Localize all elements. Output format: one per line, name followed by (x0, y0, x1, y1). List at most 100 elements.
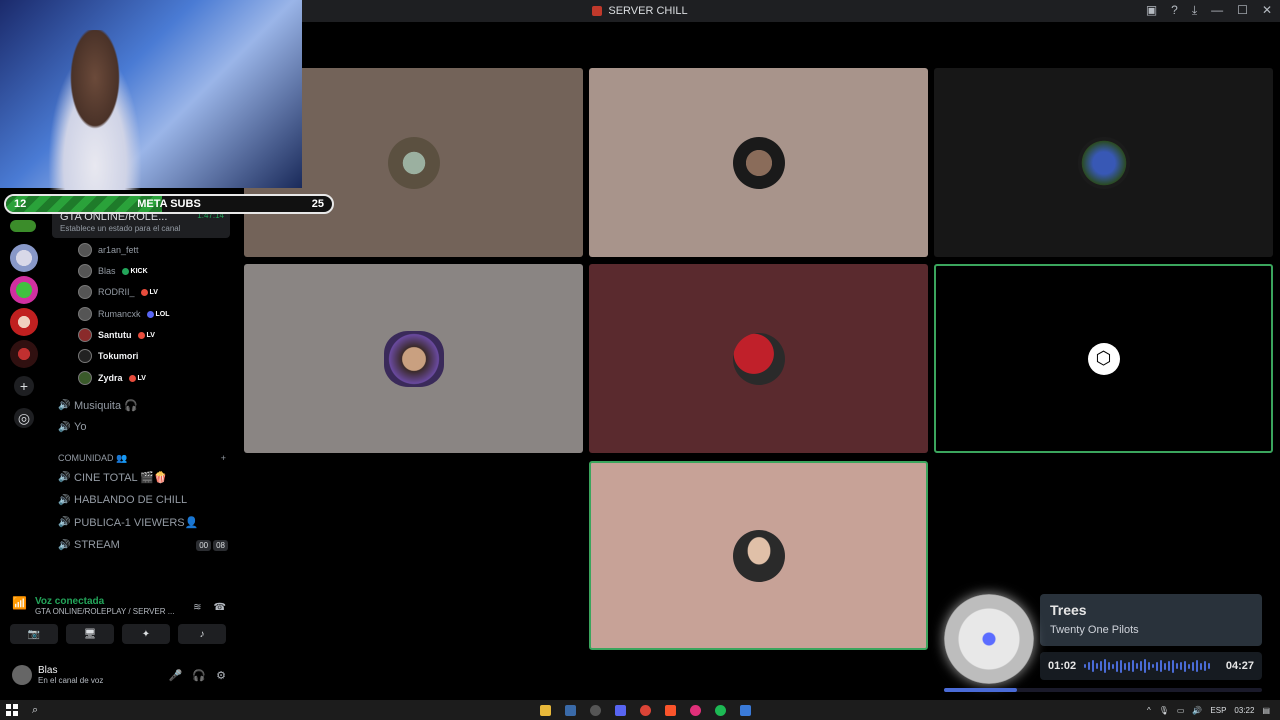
waveform-bar (1180, 662, 1183, 670)
headphones-icon[interactable]: 🎧 (192, 669, 206, 682)
member-row[interactable]: Blas KICK (78, 262, 148, 280)
waveform-bar (1128, 661, 1131, 671)
member-name: RODRII_ (98, 287, 135, 297)
member-avatar (78, 371, 92, 385)
brave-icon[interactable] (665, 704, 676, 716)
track-info: Trees Twenty One Pilots (1040, 594, 1262, 646)
waveform-bar (1120, 659, 1123, 673)
kick-icon (121, 267, 129, 275)
waveform-bar (1100, 661, 1103, 671)
chrome-icon[interactable] (640, 704, 651, 716)
add-server-icon[interactable]: + (14, 376, 34, 396)
server-icon-b[interactable] (10, 244, 38, 272)
server-icon-e[interactable] (10, 340, 38, 368)
search-icon[interactable]: ⌕ (32, 704, 38, 717)
participant-tile-4[interactable] (244, 264, 583, 453)
voice-channel-stream[interactable]: 🔊 STREAM 00 08 (58, 535, 228, 555)
voice-channel-path[interactable]: GTA ONLINE/ROLEPLAY / SERVER ... (35, 607, 174, 616)
waveform-bar (1160, 660, 1163, 672)
member-row[interactable]: ar1an_fett (78, 241, 139, 259)
waveform (1084, 659, 1218, 673)
volume-icon[interactable]: 🔊 (1192, 706, 1202, 715)
discover-icon[interactable]: ◎ (14, 408, 34, 428)
avatar[interactable] (12, 665, 32, 685)
participant-avatar (732, 136, 785, 189)
category-comunidad[interactable]: COMUNIDAD 👥 + (58, 453, 226, 464)
participant-tile-6[interactable]: ⬡ (934, 264, 1273, 453)
member-avatar (78, 285, 92, 299)
noise-suppression-icon[interactable]: ≋ (193, 602, 201, 613)
webcam-overlay (0, 0, 302, 190)
member-row[interactable]: Zydra LV (78, 369, 146, 387)
participant-tile-3[interactable] (934, 68, 1273, 257)
windows-taskbar: ⌕ ^ 🎙 ▭ 🔊 ESP 03:22 ▤ (0, 700, 1280, 720)
server-icon-d[interactable] (10, 308, 38, 336)
voice-channel-hablando[interactable]: 🔊 HABLANDO DE CHILL (58, 490, 228, 510)
participant-tile-5[interactable] (589, 264, 928, 453)
username: Blas (38, 665, 58, 676)
server-icon-c[interactable] (10, 276, 38, 304)
participant-avatar (387, 136, 440, 189)
tray-mic-icon[interactable]: 🎙 (1159, 706, 1169, 715)
screen-share-button[interactable]: 🖥 (66, 624, 114, 644)
speaker-icon: 🔊 (58, 540, 71, 551)
close-button[interactable]: ✕ (1262, 3, 1272, 18)
member-row[interactable]: RODRII_ LV (78, 283, 158, 301)
obs-icon[interactable] (590, 704, 601, 716)
disconnect-icon[interactable]: ☎ (214, 602, 226, 613)
soundboard-button[interactable]: ♪ (178, 624, 226, 644)
participant-avatar: ⬡ (1087, 342, 1120, 375)
waveform-bar (1152, 664, 1155, 668)
member-row[interactable]: Santutu LV (78, 326, 155, 344)
app-icon[interactable] (740, 704, 751, 716)
voice-channel-cine[interactable]: 🔊 CINE TOTAL 🎬🍿 (58, 467, 228, 487)
clock[interactable]: 03:22 (1234, 706, 1254, 715)
inbox-icon[interactable]: ▣ (1146, 3, 1157, 18)
member-avatar (78, 264, 92, 278)
steam-icon[interactable] (565, 704, 576, 716)
add-channel-button[interactable]: + (221, 453, 226, 464)
member-row[interactable]: Tokumori (78, 347, 138, 365)
participant-tile-7[interactable] (589, 461, 928, 650)
member-row[interactable]: Rumancxk LOL (78, 305, 170, 323)
participant-avatar (732, 529, 785, 582)
activities-button[interactable]: ✦ (122, 624, 170, 644)
notification-icon[interactable]: ▤ (1262, 706, 1270, 715)
camera-toggle-button[interactable]: 📷 (10, 624, 58, 644)
participant-tile-2[interactable] (589, 68, 928, 257)
waveform-bar (1164, 662, 1167, 670)
waveform-bar (1144, 659, 1147, 673)
help-icon[interactable]: ? (1171, 3, 1178, 18)
user-panel: Blas En el canal de voz 🎤 🎧 ⚙ (6, 658, 232, 692)
network-icon[interactable]: ▭ (1177, 706, 1185, 715)
sub-goal-current: 12 (14, 198, 27, 210)
voice-channel-publica[interactable]: 🔊 PUBLICA-1 VIEWERS👤 (58, 512, 228, 532)
voice-channel-yo[interactable]: 🔊 Yo (58, 417, 228, 437)
waveform-bar (1200, 662, 1203, 670)
waveform-bar (1172, 659, 1175, 673)
spotify-icon[interactable] (715, 704, 726, 716)
member-avatar (78, 307, 92, 321)
maximize-button[interactable]: ☐ (1237, 3, 1248, 18)
language-indicator[interactable]: ESP (1210, 706, 1226, 715)
song-artist: Twenty One Pilots (1050, 624, 1139, 636)
minimize-button[interactable]: — (1211, 3, 1223, 18)
start-button[interactable] (6, 704, 18, 716)
speaker-icon: 🔊 (58, 495, 71, 506)
member-badge: LV (128, 374, 146, 382)
download-icon[interactable]: ⤓ (1192, 3, 1197, 18)
elapsed-time: 01:02 (1048, 660, 1077, 672)
microphone-icon[interactable]: 🎤 (169, 669, 183, 682)
server-icon-a[interactable] (10, 220, 36, 232)
file-explorer-icon[interactable] (540, 704, 551, 716)
media-player-icon[interactable] (690, 704, 701, 716)
voice-channel-musiquita[interactable]: 🔊 Musiquita 🎧 (58, 395, 228, 415)
channel-status-text[interactable]: Establece un estado para el canal (60, 224, 224, 233)
signal-icon: 📶 (12, 596, 27, 610)
discord-icon[interactable] (615, 704, 626, 716)
waveform-bar (1196, 660, 1199, 672)
settings-gear-icon[interactable]: ⚙ (216, 669, 226, 682)
now-playing-widget: Trees Twenty One Pilots 01:02 04:27 (944, 594, 1264, 694)
tray-chevron-icon[interactable]: ^ (1147, 706, 1151, 715)
member-name: Santutu (98, 330, 132, 340)
